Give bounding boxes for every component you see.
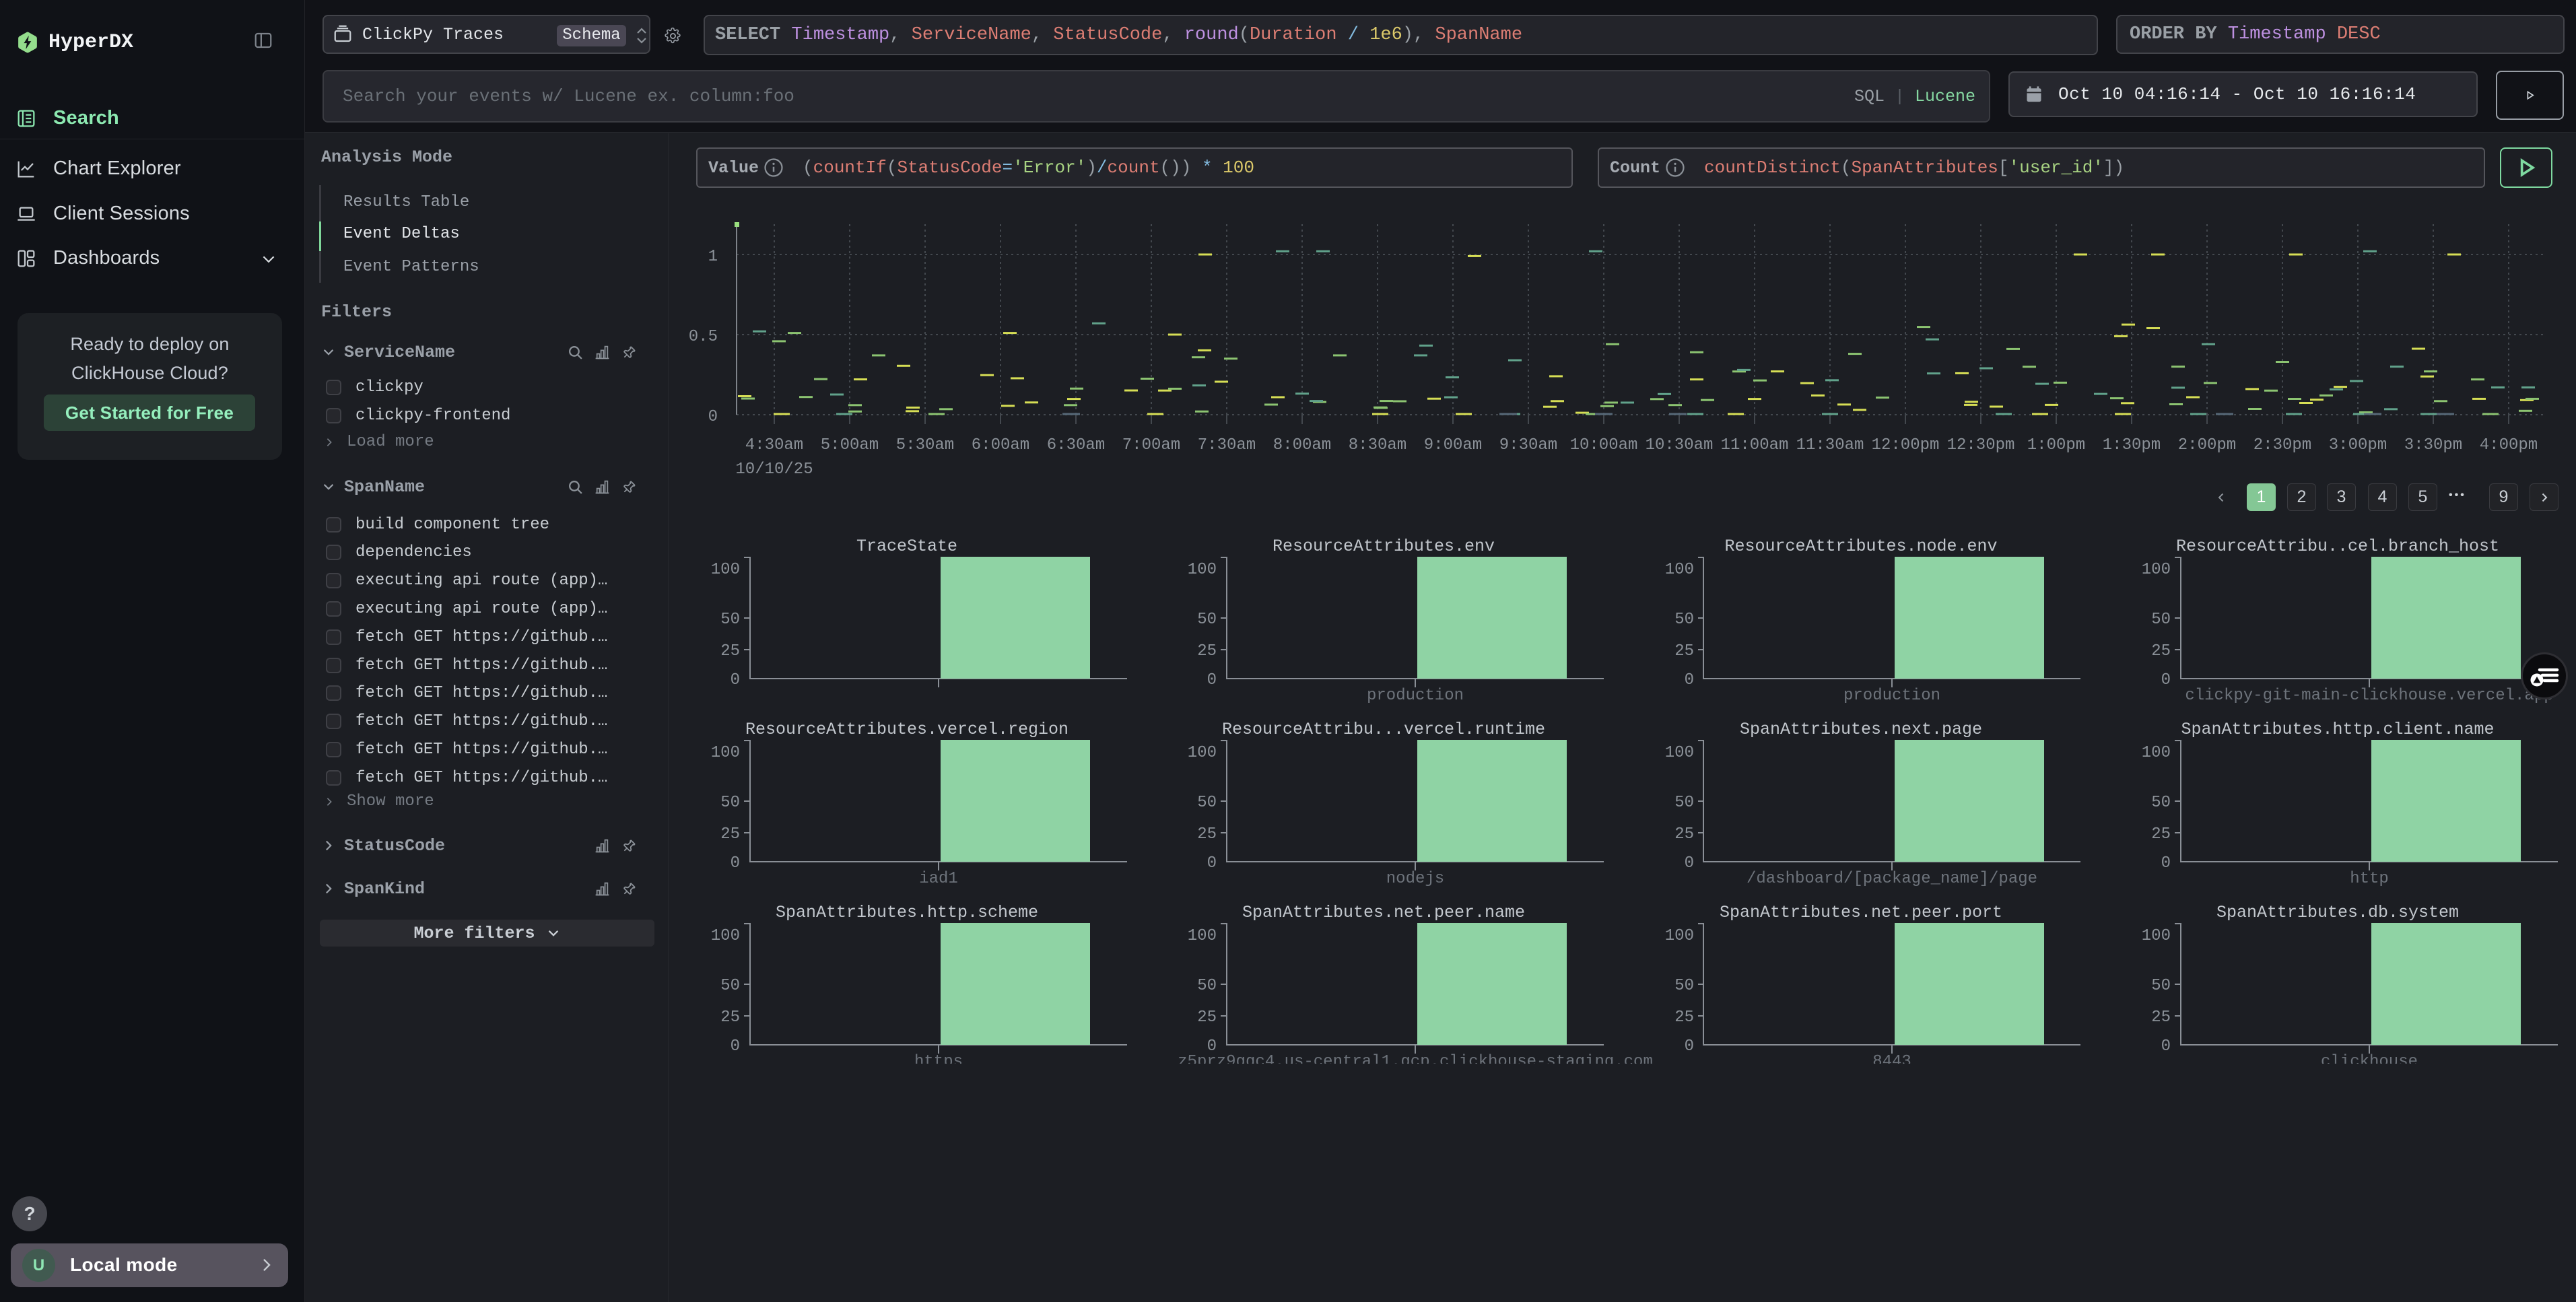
svg-text:12:00pm: 12:00pm — [1872, 436, 1940, 454]
svg-text:25: 25 — [1197, 1008, 1217, 1027]
svg-text:9:00am: 9:00am — [1424, 436, 1482, 454]
svg-text:100: 100 — [2142, 927, 2171, 945]
svg-text:4:00pm: 4:00pm — [2480, 436, 2538, 454]
svg-text:0: 0 — [2161, 854, 2171, 872]
svg-text:http: http — [2350, 870, 2389, 888]
svg-text:100: 100 — [2142, 561, 2171, 579]
svg-text:0: 0 — [708, 408, 718, 426]
svg-text:25: 25 — [2151, 1008, 2171, 1027]
svg-text:clickpy-git-main-clickhouse.ve: clickpy-git-main-clickhouse.vercel.app — [2185, 687, 2553, 705]
svg-text:100: 100 — [711, 561, 740, 579]
svg-text:25: 25 — [1674, 1008, 1694, 1027]
svg-text:0: 0 — [731, 671, 740, 689]
svg-text:25: 25 — [720, 1008, 740, 1027]
svg-text:10:00am: 10:00am — [1570, 436, 1638, 454]
svg-text:ResourceAttribu...vercel.runti: ResourceAttribu...vercel.runtime — [1222, 720, 1545, 739]
svg-text:SpanAttributes.http.scheme: SpanAttributes.http.scheme — [776, 903, 1038, 922]
svg-text:50: 50 — [1674, 977, 1694, 995]
svg-text:11:00am: 11:00am — [1721, 436, 1789, 454]
svg-text:SpanAttributes.net.peer.port: SpanAttributes.net.peer.port — [1720, 903, 2002, 922]
svg-text:3:00pm: 3:00pm — [2329, 436, 2387, 454]
svg-text:50: 50 — [2151, 611, 2171, 629]
svg-text:8:30am: 8:30am — [1349, 436, 1406, 454]
svg-text:2:30pm: 2:30pm — [2253, 436, 2311, 454]
svg-text:9:30am: 9:30am — [1499, 436, 1557, 454]
svg-text:8:00am: 8:00am — [1273, 436, 1331, 454]
svg-text:25: 25 — [1674, 825, 1694, 844]
svg-text:ResourceAttributes.env: ResourceAttributes.env — [1273, 537, 1495, 556]
svg-text:100: 100 — [711, 927, 740, 945]
svg-text:production: production — [1843, 687, 1940, 705]
svg-text:10/10/25: 10/10/25 — [735, 460, 813, 479]
svg-text:25: 25 — [1674, 642, 1694, 660]
svg-text:50: 50 — [720, 611, 740, 629]
svg-text:25: 25 — [720, 825, 740, 844]
svg-text:nodejs: nodejs — [1386, 870, 1444, 888]
svg-text:0: 0 — [1207, 854, 1217, 872]
svg-text:5:30am: 5:30am — [896, 436, 954, 454]
svg-text:clickhouse: clickhouse — [2321, 1053, 2418, 1064]
svg-text:50: 50 — [720, 977, 740, 995]
svg-text:50: 50 — [720, 794, 740, 812]
svg-text:0.5: 0.5 — [689, 328, 718, 346]
svg-text:50: 50 — [1197, 794, 1217, 812]
svg-text:25: 25 — [1197, 642, 1217, 660]
svg-text:7:30am: 7:30am — [1198, 436, 1256, 454]
svg-text:100: 100 — [1188, 744, 1217, 762]
svg-text:12:30pm: 12:30pm — [1947, 436, 2015, 454]
svg-text:ResourceAttributes.node.env: ResourceAttributes.node.env — [1724, 537, 1997, 556]
svg-text:100: 100 — [1188, 927, 1217, 945]
svg-text:iad1: iad1 — [919, 870, 958, 888]
svg-text:100: 100 — [1665, 927, 1694, 945]
svg-text:SpanAttributes.http.client.nam: SpanAttributes.http.client.name — [2181, 720, 2494, 739]
svg-text:50: 50 — [1197, 977, 1217, 995]
svg-text:100: 100 — [2142, 744, 2171, 762]
svg-text:0: 0 — [2161, 671, 2171, 689]
svg-text:6:30am: 6:30am — [1047, 436, 1105, 454]
svg-text:25: 25 — [720, 642, 740, 660]
svg-text:6:00am: 6:00am — [972, 436, 1029, 454]
svg-text:10:30am: 10:30am — [1646, 436, 1714, 454]
svg-text:100: 100 — [711, 744, 740, 762]
svg-text:0: 0 — [1685, 671, 1694, 689]
svg-text:0: 0 — [1685, 854, 1694, 872]
svg-text:3:30pm: 3:30pm — [2404, 436, 2462, 454]
svg-text:7:00am: 7:00am — [1122, 436, 1180, 454]
svg-text:0: 0 — [731, 1037, 740, 1056]
svg-text:50: 50 — [2151, 794, 2171, 812]
svg-text:0: 0 — [731, 854, 740, 872]
svg-text:1:00pm: 1:00pm — [2027, 436, 2085, 454]
svg-text:25: 25 — [1197, 825, 1217, 844]
svg-text:/dashboard/[package_name]/page: /dashboard/[package_name]/page — [1747, 870, 2037, 888]
svg-text:SpanAttributes.next.page: SpanAttributes.next.page — [1740, 720, 1982, 739]
svg-text:https: https — [914, 1053, 963, 1064]
svg-text:11:30am: 11:30am — [1796, 436, 1864, 454]
svg-text:100: 100 — [1665, 744, 1694, 762]
svg-text:SpanAttributes.net.peer.name: SpanAttributes.net.peer.name — [1242, 903, 1525, 922]
svg-text:0: 0 — [2161, 1037, 2171, 1056]
svg-text:4:30am: 4:30am — [745, 436, 803, 454]
svg-text:SpanAttributes.db.system: SpanAttributes.db.system — [2216, 903, 2459, 922]
svg-text:production: production — [1367, 687, 1464, 705]
svg-text:50: 50 — [1674, 611, 1694, 629]
svg-text:2:00pm: 2:00pm — [2178, 436, 2236, 454]
svg-text:1: 1 — [708, 248, 718, 266]
svg-text:ResourceAttributes.vercel.regi: ResourceAttributes.vercel.region — [745, 720, 1069, 739]
svg-text:z5prz9ggc4.us-central1.gcp.cli: z5prz9ggc4.us-central1.gcp.clickhouse-st… — [1178, 1053, 1653, 1064]
svg-text:25: 25 — [2151, 825, 2171, 844]
svg-text:8443: 8443 — [1872, 1053, 1911, 1064]
svg-text:100: 100 — [1665, 561, 1694, 579]
svg-text:100: 100 — [1188, 561, 1217, 579]
svg-text:TraceState: TraceState — [856, 537, 957, 556]
svg-text:50: 50 — [1197, 611, 1217, 629]
svg-text:50: 50 — [2151, 977, 2171, 995]
svg-text:ResourceAttribu..cel.branch_ho: ResourceAttribu..cel.branch_host — [2176, 537, 2499, 556]
svg-text:5:00am: 5:00am — [821, 436, 879, 454]
svg-text:50: 50 — [1674, 794, 1694, 812]
svg-text:1:30pm: 1:30pm — [2103, 436, 2161, 454]
svg-text:0: 0 — [1685, 1037, 1694, 1056]
svg-text:25: 25 — [2151, 642, 2171, 660]
svg-text:0: 0 — [1207, 671, 1217, 689]
